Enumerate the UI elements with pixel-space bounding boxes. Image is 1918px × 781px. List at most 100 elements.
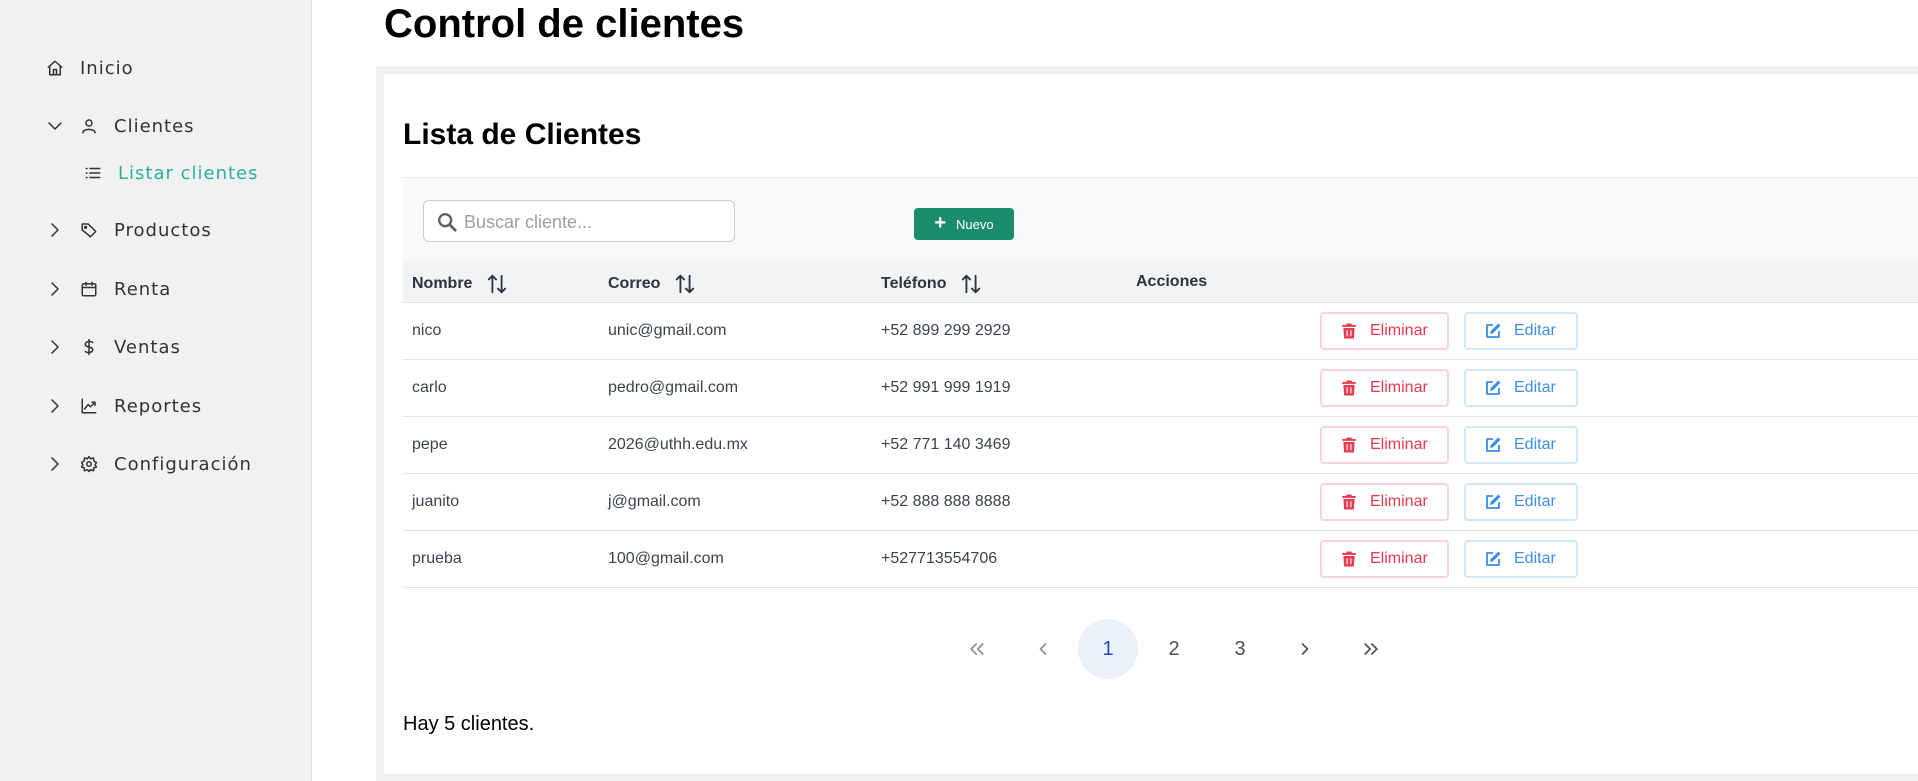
- sidebar-item-listar-clientes[interactable]: Listar clientes: [0, 155, 312, 191]
- table-row: prueba 100@gmail.com +527713554706 Elimi…: [403, 531, 1918, 588]
- cell-nombre: pepe: [412, 436, 448, 453]
- sidebar-item-label: Listar clientes: [118, 163, 259, 184]
- cell-nombre: juanito: [412, 493, 460, 510]
- page-button-3[interactable]: 3: [1210, 619, 1270, 679]
- cell-nombre: prueba: [412, 550, 462, 567]
- delete-label: Eliminar: [1370, 493, 1428, 510]
- delete-label: Eliminar: [1370, 550, 1428, 567]
- table-toolbar: + Nuevo: [403, 177, 1918, 261]
- tag-icon: [81, 223, 97, 238]
- edit-button[interactable]: Editar: [1464, 426, 1578, 464]
- chevron-right-icon: [51, 282, 59, 296]
- table-header: Nombre Correo Teléfono Acciones: [403, 261, 1918, 303]
- sidebar-item-configuracion[interactable]: Configuración: [0, 446, 312, 482]
- cell-correo: 100@gmail.com: [608, 550, 724, 567]
- edit-icon: [1486, 494, 1501, 509]
- column-header-correo[interactable]: Correo: [608, 272, 696, 296]
- chevron-right-icon: [51, 457, 59, 471]
- sidebar-item-label: Configuración: [114, 454, 252, 475]
- trash-icon: [1342, 437, 1356, 453]
- trash-icon: [1342, 323, 1356, 339]
- sidebar-item-label: Clientes: [114, 116, 195, 137]
- column-header-telefono[interactable]: Teléfono: [881, 272, 982, 296]
- client-count-text: Hay 5 clientes.: [403, 713, 535, 735]
- cell-correo: 2026@uthh.edu.mx: [608, 436, 748, 453]
- chevrons-left-icon: [970, 643, 984, 655]
- list-icon: [85, 167, 101, 179]
- sidebar-item-label: Productos: [114, 220, 212, 241]
- sidebar-item-inicio[interactable]: Inicio: [0, 50, 312, 86]
- chevron-down-icon: [48, 122, 62, 130]
- edit-icon: [1486, 323, 1501, 338]
- trash-icon: [1342, 494, 1356, 510]
- gear-icon: [80, 455, 98, 473]
- chevron-right-icon: [51, 223, 59, 237]
- table-row: carlo pedro@gmail.com +52 991 999 1919 E…: [403, 360, 1918, 417]
- sidebar-item-renta[interactable]: Renta: [0, 271, 312, 307]
- edit-button[interactable]: Editar: [1464, 540, 1578, 578]
- next-page-button[interactable]: [1275, 619, 1335, 679]
- calendar-icon: [81, 281, 97, 297]
- edit-icon: [1486, 437, 1501, 452]
- edit-icon: [1486, 380, 1501, 395]
- table-row: nico unic@gmail.com +52 899 299 2929 Eli…: [403, 303, 1918, 360]
- edit-label: Editar: [1514, 322, 1556, 339]
- cell-telefono: +52 771 140 3469: [881, 436, 1011, 453]
- dollar-icon: [84, 338, 94, 356]
- delete-button[interactable]: Eliminar: [1320, 312, 1449, 350]
- cell-correo: unic@gmail.com: [608, 322, 727, 339]
- chevron-right-icon: [51, 340, 59, 354]
- edit-button[interactable]: Editar: [1464, 483, 1578, 521]
- delete-label: Eliminar: [1370, 379, 1428, 396]
- main-content: Control de clientes Lista de Clientes + …: [312, 0, 1918, 781]
- cell-telefono: +52 888 888 8888: [881, 493, 1011, 510]
- delete-label: Eliminar: [1370, 436, 1428, 453]
- previous-page-button[interactable]: [1013, 619, 1073, 679]
- delete-button[interactable]: Eliminar: [1320, 369, 1449, 407]
- delete-label: Eliminar: [1370, 322, 1428, 339]
- column-header-label: Teléfono: [881, 275, 947, 292]
- cell-correo: pedro@gmail.com: [608, 379, 739, 396]
- edit-button[interactable]: Editar: [1464, 369, 1578, 407]
- column-header-label: Correo: [608, 275, 661, 292]
- delete-button[interactable]: Eliminar: [1320, 540, 1449, 578]
- new-client-label: Nuevo: [956, 216, 994, 232]
- delete-button[interactable]: Eliminar: [1320, 426, 1449, 464]
- edit-label: Editar: [1514, 493, 1556, 510]
- sort-icon: [488, 274, 507, 294]
- page-title: Control de clientes: [384, 2, 745, 46]
- sidebar: Inicio Clientes Listar clientes Producto…: [0, 0, 312, 781]
- sort-icon: [962, 274, 981, 294]
- sidebar-item-clientes[interactable]: Clientes: [0, 108, 312, 144]
- search-input[interactable]: [464, 209, 726, 235]
- sidebar-item-label: Inicio: [80, 58, 134, 79]
- chevron-right-icon: [1301, 643, 1309, 655]
- sidebar-item-label: Ventas: [114, 337, 181, 358]
- sidebar-item-ventas[interactable]: Ventas: [0, 329, 312, 365]
- plus-icon: +: [934, 211, 947, 234]
- sidebar-item-label: Reportes: [114, 396, 203, 417]
- card-title: Lista de Clientes: [403, 118, 642, 151]
- page-button-1[interactable]: 1: [1078, 619, 1138, 679]
- page-button-2[interactable]: 2: [1144, 619, 1204, 679]
- edit-button[interactable]: Editar: [1464, 312, 1578, 350]
- chevron-left-icon: [1039, 643, 1047, 655]
- trash-icon: [1342, 380, 1356, 396]
- new-client-button[interactable]: + Nuevo: [914, 208, 1014, 240]
- last-page-button[interactable]: [1341, 619, 1401, 679]
- column-header-label: Nombre: [412, 275, 473, 292]
- search-icon: [438, 213, 457, 232]
- sidebar-item-reportes[interactable]: Reportes: [0, 388, 312, 424]
- trash-icon: [1342, 551, 1356, 567]
- column-header-nombre[interactable]: Nombre: [412, 272, 508, 296]
- home-icon: [47, 60, 63, 76]
- first-page-button[interactable]: [947, 619, 1007, 679]
- cell-telefono: +52 991 999 1919: [881, 379, 1011, 396]
- sidebar-item-productos[interactable]: Productos: [0, 212, 312, 248]
- table-row: pepe 2026@uthh.edu.mx +52 771 140 3469 E…: [403, 417, 1918, 474]
- user-icon: [82, 119, 96, 134]
- cell-telefono: +527713554706: [881, 550, 998, 567]
- column-header-acciones: Acciones: [1136, 273, 1207, 291]
- edit-label: Editar: [1514, 379, 1556, 396]
- delete-button[interactable]: Eliminar: [1320, 483, 1449, 521]
